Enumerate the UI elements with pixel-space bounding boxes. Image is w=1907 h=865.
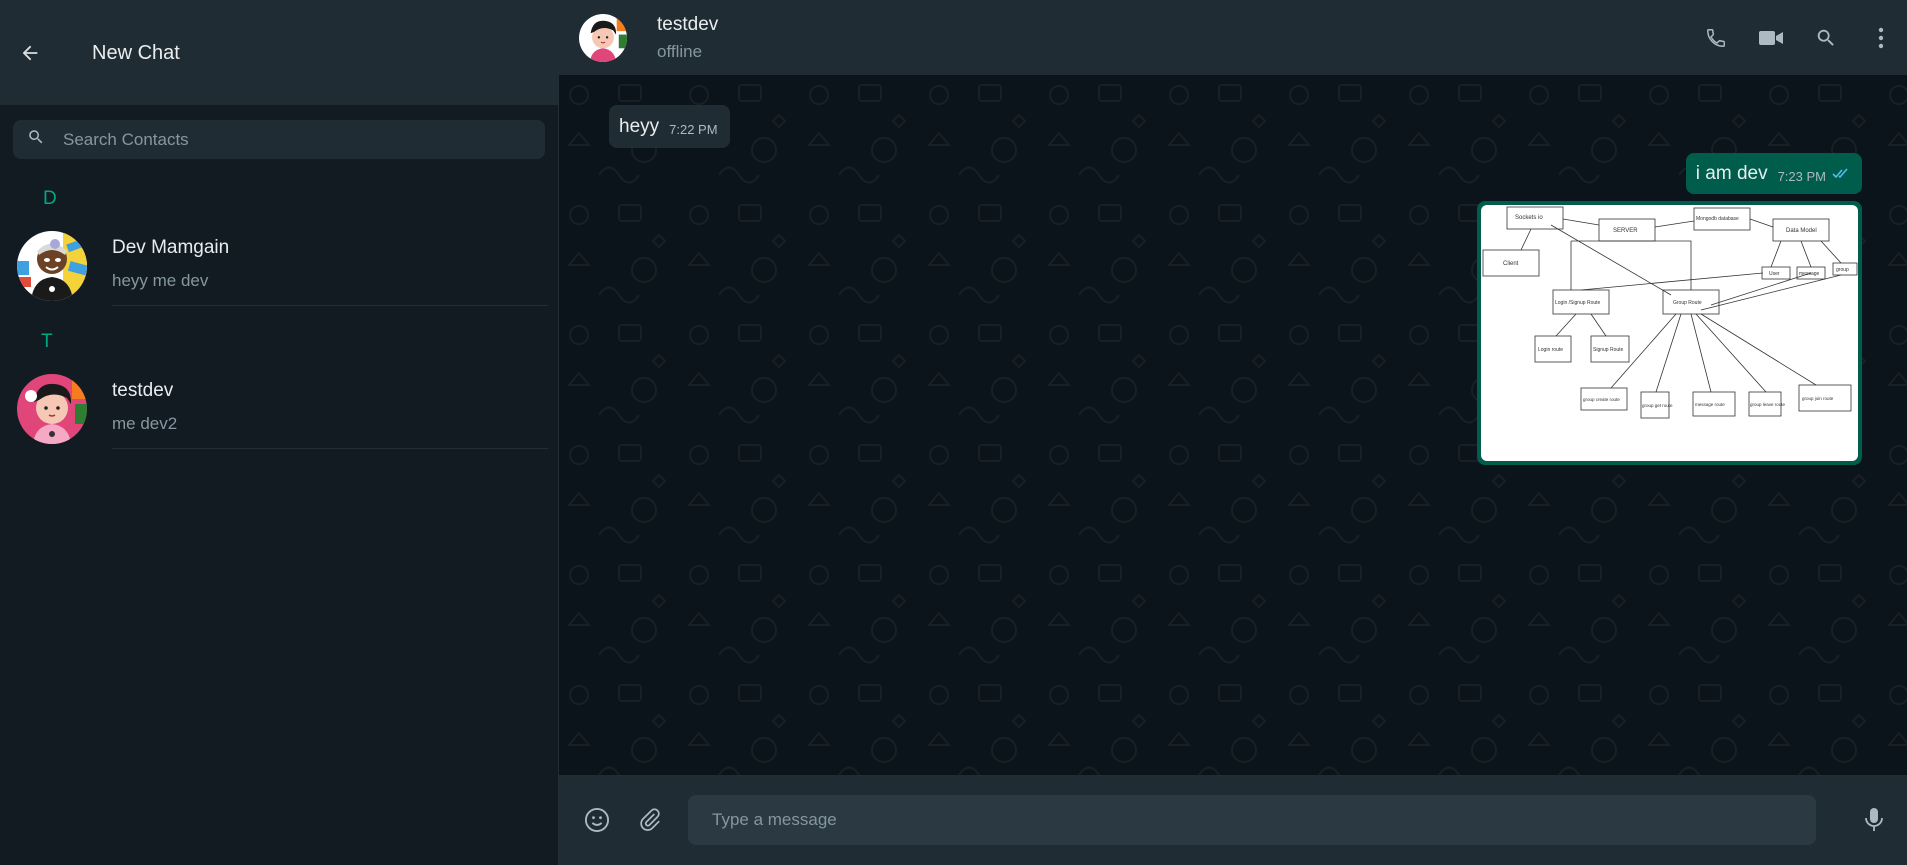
diagram-label: Client [1503,261,1519,267]
header-actions [1702,0,1907,75]
diagram-label: group leave route [1750,402,1786,407]
diagram-label: Data Model [1786,228,1817,234]
image-message[interactable]: Sockets io SERVER Mongodb database Data … [1477,201,1862,465]
app-root: New Chat D [0,0,1907,865]
search-contacts-input[interactable] [63,129,545,150]
contact-name: testdev [657,13,719,35]
diagram-label: group create route [1583,397,1620,402]
contact-status: offline [657,41,703,61]
microphone-icon[interactable] [1856,802,1892,838]
section-letter-t: T [41,331,53,352]
message-input[interactable] [712,810,1816,830]
message-text: heyy [619,115,660,137]
diagram-label: Sockets io [1515,215,1543,221]
contact-avatar[interactable] [579,13,627,62]
message-time: 7:23 PM [1777,169,1826,184]
message-text: i am dev [1695,162,1768,184]
messages-area: heyy 7:22 PM i am dev 7:23 PM Sockets io… [559,75,1907,775]
diagram-label: group get route [1642,403,1673,408]
diagram-label: Login route [1538,347,1563,353]
section-letter-d: D [43,188,57,209]
contact-name: testdev [112,380,174,401]
emoji-icon[interactable] [579,802,615,838]
avatar [17,374,87,444]
avatar [17,231,87,301]
new-chat-header: New Chat [0,0,558,105]
contact-text: testdev me dev2 [112,374,548,449]
contact-info: testdev offline [657,14,718,62]
new-chat-panel: New Chat D [0,0,559,865]
new-chat-title: New Chat [92,42,180,64]
search-box [13,120,545,159]
diagram-label: User [1769,271,1780,277]
diagram-label: Group Route [1673,300,1702,306]
diagram-label: Login /Signup Route [1555,300,1601,306]
diagram-label: group join route [1802,396,1834,401]
contact-name: Dev Mamgain [112,237,230,258]
contacts-list: D Dev Mamgain heyy me dev T testdev me d… [0,179,558,459]
attach-icon[interactable] [632,802,668,838]
double-check-icon [1832,167,1850,185]
diagram-label: message route [1695,402,1725,407]
video-call-icon[interactable] [1757,24,1785,52]
contact-dev-mamgain[interactable]: Dev Mamgain heyy me dev [0,231,558,316]
conversation-header[interactable]: testdev offline [559,0,1907,75]
diagram-label: SERVER [1613,228,1638,234]
search-icon [27,128,45,151]
message-time: 7:22 PM [669,122,718,137]
diagram-label: Signup Route [1593,347,1624,353]
diagram-label: group [1836,267,1849,273]
more-options-icon[interactable] [1867,24,1895,52]
architecture-diagram-image: Sockets io SERVER Mongodb database Data … [1481,205,1858,461]
diagram-label: Mongodb database [1696,216,1739,222]
contact-status: heyy me dev [112,271,209,290]
contact-text: Dev Mamgain heyy me dev [112,231,548,306]
contact-testdev[interactable]: testdev me dev2 [0,374,558,459]
message-composer [559,775,1907,865]
diagram-label: message [1799,271,1820,277]
conversation-panel: testdev offline heyy 7:22 PM i am dev 7:… [559,0,1907,865]
contact-status: me dev2 [112,414,178,433]
incoming-message[interactable]: heyy 7:22 PM [609,105,730,148]
outgoing-message[interactable]: i am dev 7:23 PM [1685,153,1862,194]
search-wrapper [0,105,558,159]
message-input-box [688,795,1816,845]
back-arrow-icon[interactable] [10,33,50,73]
search-icon[interactable] [1812,24,1840,52]
phone-icon[interactable] [1702,24,1730,52]
